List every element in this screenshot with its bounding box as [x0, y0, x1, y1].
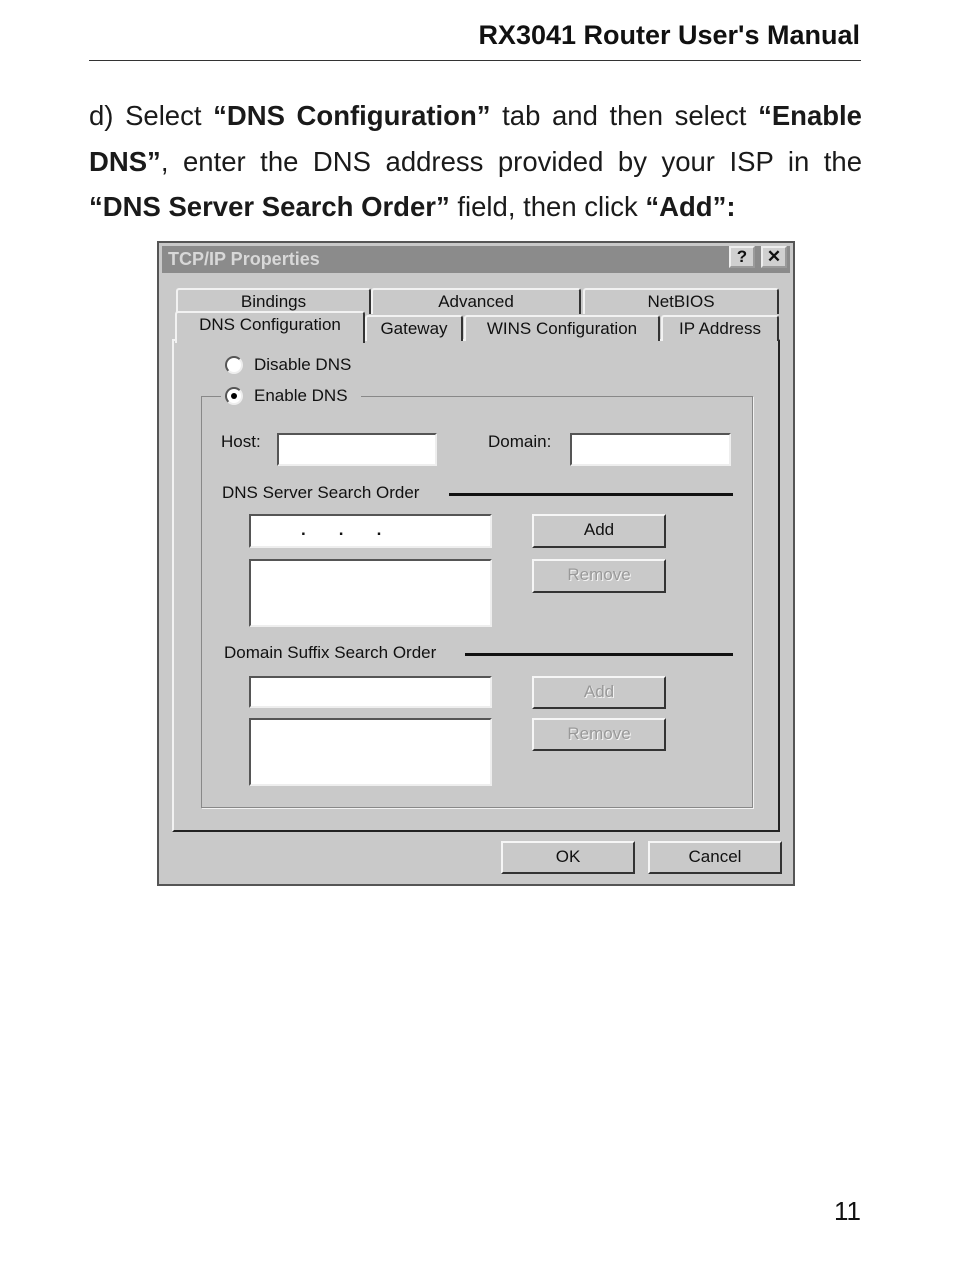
suffix-remove-button[interactable]: Remove — [532, 718, 666, 751]
page-header: RX3041 Router User's Manual — [478, 20, 860, 50]
suffix-list[interactable] — [249, 718, 492, 786]
disable-dns-label: Disable DNS — [254, 355, 352, 374]
dns-ip-input[interactable]: . . . — [249, 514, 492, 548]
domain-label: Domain: — [488, 432, 552, 451]
enable-dns-radio[interactable] — [225, 387, 243, 405]
tab-netbios[interactable]: NetBIOS — [583, 288, 779, 314]
radio-dot — [231, 393, 237, 399]
dns-remove-button[interactable]: Remove — [532, 559, 666, 593]
tab-gateway[interactable]: Gateway — [365, 315, 463, 341]
host-input[interactable] — [277, 433, 437, 466]
help-button[interactable]: ? — [729, 246, 755, 268]
tab-ip-address[interactable]: IP Address — [661, 315, 779, 341]
text: field, then click — [449, 191, 646, 222]
dns-server-list[interactable] — [249, 559, 492, 627]
tcpip-properties-dialog: TCP/IP Properties ? ✕ Bindings Advanced … — [157, 241, 795, 886]
enable-dns-label: Enable DNS — [254, 386, 348, 405]
bold-text: “Add”: — [645, 191, 736, 222]
manual-page: RX3041 Router User's Manual d) Select “D… — [0, 0, 954, 1272]
text: d) Select — [89, 100, 214, 131]
text: , enter the DNS address provided by your… — [160, 145, 862, 177]
tab-advanced[interactable]: Advanced — [371, 288, 581, 314]
suffix-add-button[interactable]: Add — [532, 676, 666, 709]
dns-add-button[interactable]: Add — [532, 514, 666, 548]
cancel-button[interactable]: Cancel — [648, 841, 782, 874]
close-button[interactable]: ✕ — [761, 246, 787, 268]
ok-button[interactable]: OK — [501, 841, 635, 874]
separator — [449, 493, 733, 496]
tab-wins-configuration[interactable]: WINS Configuration — [464, 315, 660, 341]
suffix-input[interactable] — [249, 676, 492, 708]
host-label: Host: — [221, 432, 261, 451]
separator — [465, 653, 733, 656]
instruction-paragraph: d) Select “DNS Configuration” tab and th… — [89, 93, 862, 230]
bold-text: “DNS Configuration” — [213, 100, 491, 131]
page-number: 11 — [834, 1196, 861, 1226]
tab-dns-configuration[interactable]: DNS Configuration — [175, 311, 365, 343]
dns-order-label: DNS Server Search Order — [222, 483, 420, 502]
text: tab and then select — [490, 100, 759, 131]
title-bar: TCP/IP Properties — [162, 246, 790, 273]
header-rule — [89, 60, 861, 61]
suffix-order-label: Domain Suffix Search Order — [224, 643, 437, 662]
bold-text: “DNS Server Search Order” — [89, 191, 450, 222]
disable-dns-radio[interactable] — [225, 356, 243, 374]
domain-input[interactable] — [570, 433, 731, 466]
